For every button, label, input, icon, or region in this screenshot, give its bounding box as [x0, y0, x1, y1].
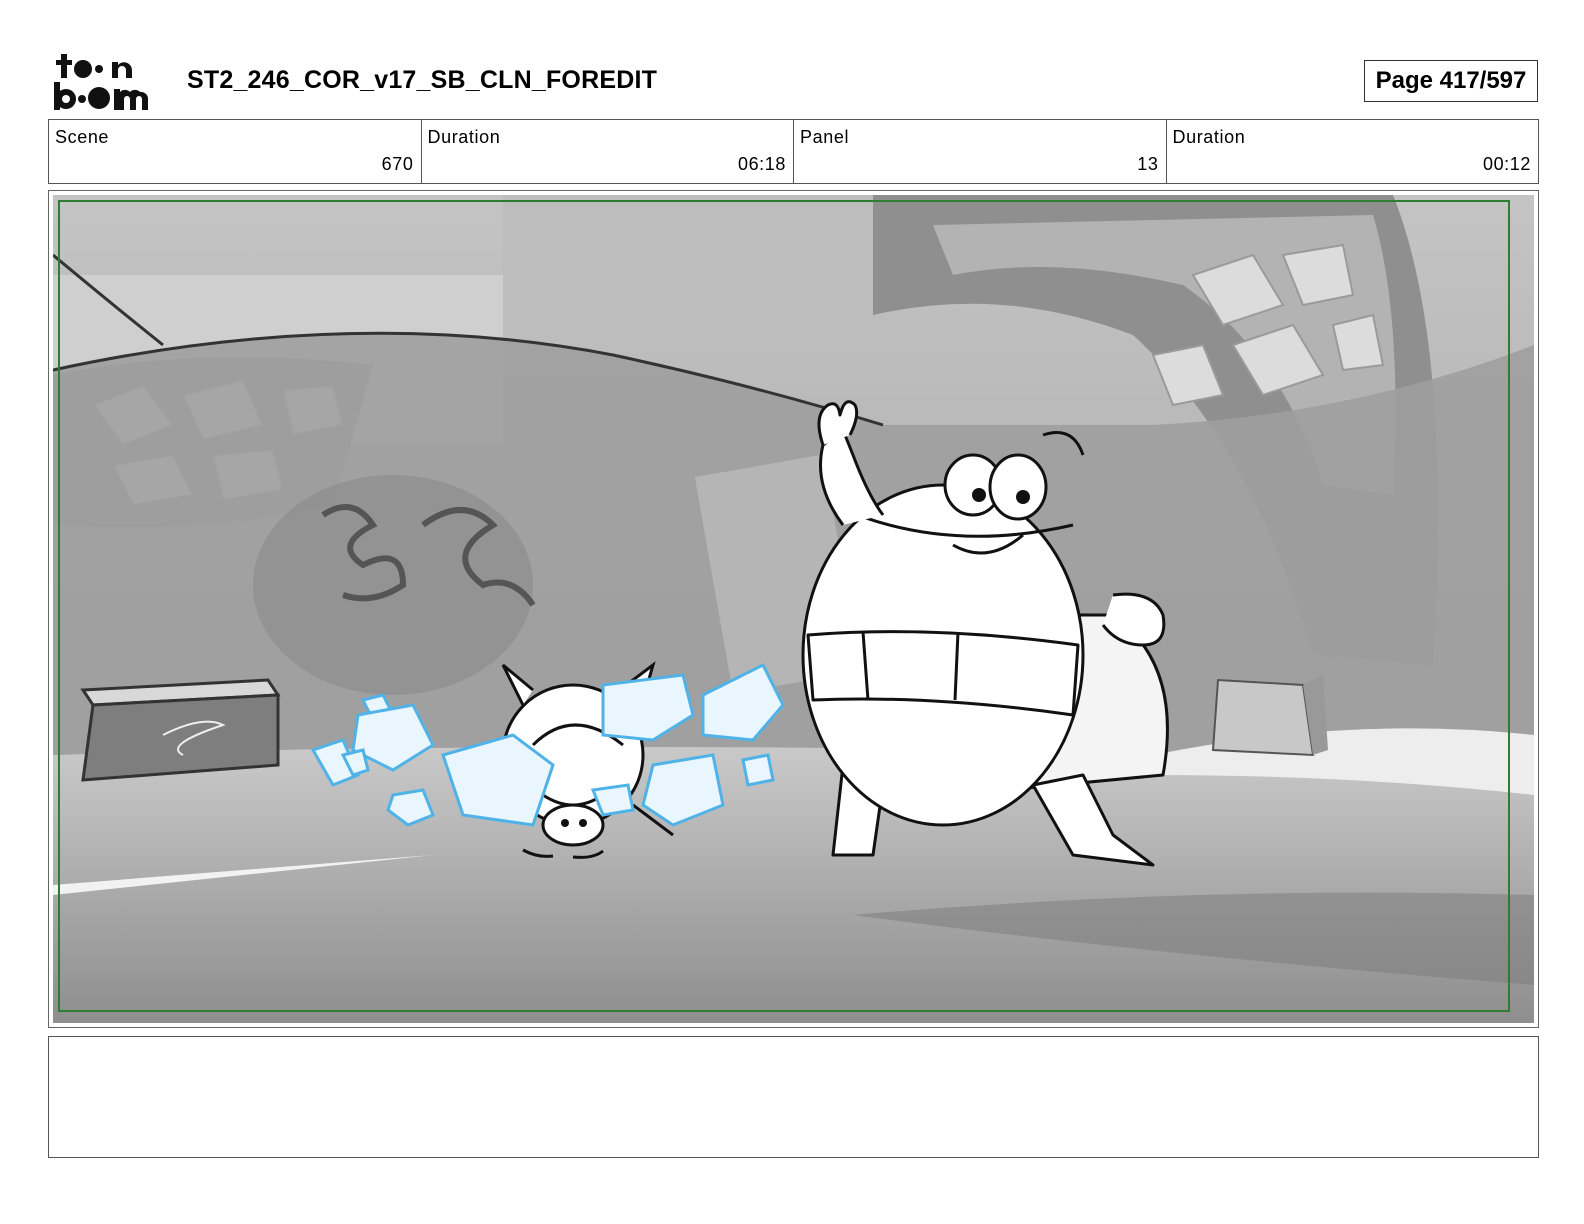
panel-duration-label: Duration	[1172, 127, 1246, 147]
storyboard-panel	[48, 190, 1539, 1028]
panel-cell: Panel 13	[794, 120, 1167, 183]
panel-label: Panel	[800, 127, 850, 147]
panel-duration-value: 00:12	[1482, 154, 1531, 174]
scene-cell: Scene 670	[49, 120, 422, 183]
scene-duration-label: Duration	[427, 127, 501, 147]
toonboom-logo	[54, 54, 148, 110]
scene-duration-cell: Duration 06:18	[422, 120, 794, 183]
page-indicator: Page 417/597	[1364, 60, 1538, 102]
panel-info-row: Scene 670 Duration 06:18 Panel 13 Durati…	[48, 119, 1539, 184]
panel-value: 13	[1137, 154, 1159, 174]
storyboard-drawing	[53, 195, 1534, 1023]
panel-duration-cell: Duration 00:12	[1167, 120, 1539, 183]
scene-label: Scene	[55, 127, 110, 147]
scene-value: 670	[381, 154, 414, 174]
scene-duration-value: 06:18	[737, 154, 786, 174]
document-title: ST2_246_COR_v17_SB_CLN_FOREDIT	[187, 66, 658, 94]
panel-notes-box	[48, 1036, 1539, 1158]
